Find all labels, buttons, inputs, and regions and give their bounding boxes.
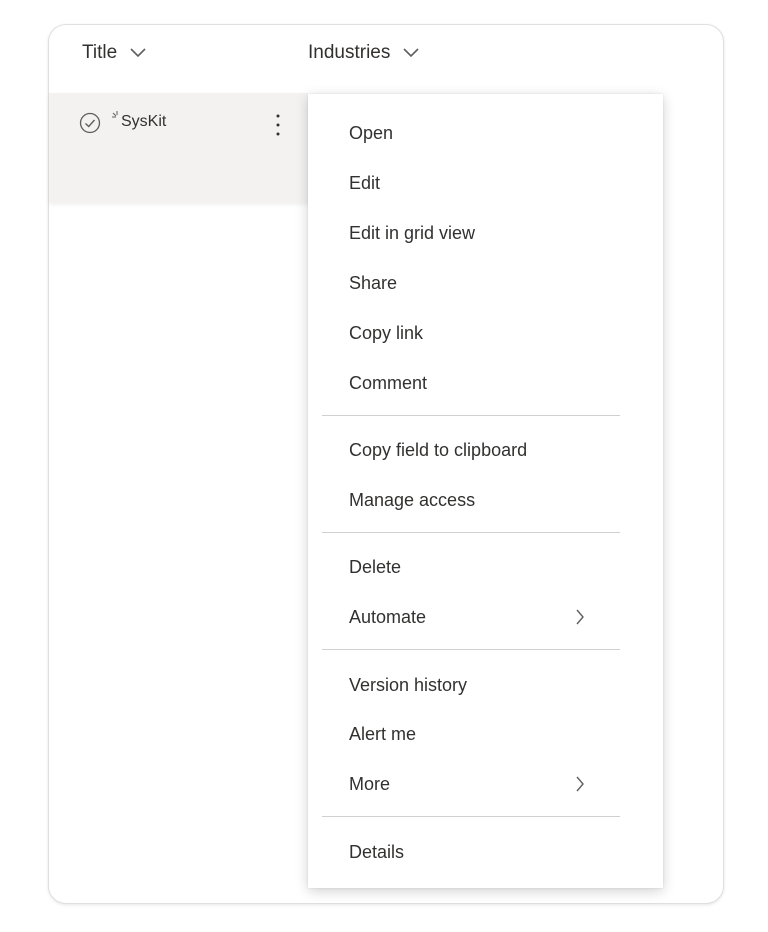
check-circle-icon[interactable] [79,112,101,139]
menu-item-label: Delete [349,556,402,577]
menu-item-share[interactable]: Share [308,263,663,303]
chevron-down-icon [402,47,420,59]
menu-item-automate[interactable]: Automate [308,597,663,637]
menu-item-copy-field[interactable]: Copy field to clipboard [308,430,663,470]
more-vertical-icon[interactable] [268,111,288,144]
menu-item-label: Copy link [349,322,424,343]
menu-item-label: Manage access [349,489,476,510]
menu-item-edit-grid-view[interactable]: Edit in grid view [308,213,663,253]
row-title[interactable]: SysKit [121,113,166,131]
chevron-down-icon [129,47,147,59]
menu-item-edit[interactable]: Edit [308,163,663,203]
menu-item-details[interactable]: Details [308,832,663,872]
menu-item-label: Details [349,841,405,862]
chevron-right-icon [575,609,585,630]
menu-item-label: More [349,773,391,794]
menu-item-label: Alert me [349,723,417,744]
menu-item-label: Automate [349,606,427,627]
menu-item-alert-me[interactable]: Alert me [308,714,663,754]
column-header-industries[interactable]: Industries [308,42,420,64]
list-row-selected[interactable]: SysKit [49,93,308,203]
column-header-label: Industries [308,42,391,63]
menu-item-label: Share [349,272,398,293]
menu-item-label: Open [349,122,394,143]
menu-divider [322,649,620,650]
menu-item-label: Edit in grid view [349,222,476,243]
menu-divider [322,415,620,416]
menu-item-delete[interactable]: Delete [308,547,663,587]
menu-item-more[interactable]: More [308,764,663,804]
menu-item-manage-access[interactable]: Manage access [308,480,663,520]
chevron-right-icon [575,776,585,797]
menu-item-label: Version history [349,674,468,695]
menu-item-version-history[interactable]: Version history [308,665,663,705]
menu-item-label: Edit [349,172,381,193]
column-header-label: Title [82,42,118,63]
menu-item-label: Copy field to clipboard [349,439,528,460]
menu-item-comment[interactable]: Comment [308,363,663,403]
menu-item-copy-link[interactable]: Copy link [308,313,663,353]
menu-item-label: Comment [349,372,428,393]
menu-item-open[interactable]: Open [308,113,663,153]
context-menu: Open Edit Edit in grid view Share Copy l… [308,94,663,888]
menu-divider [322,532,620,533]
menu-divider [322,816,620,817]
column-header-title[interactable]: Title [82,42,147,64]
